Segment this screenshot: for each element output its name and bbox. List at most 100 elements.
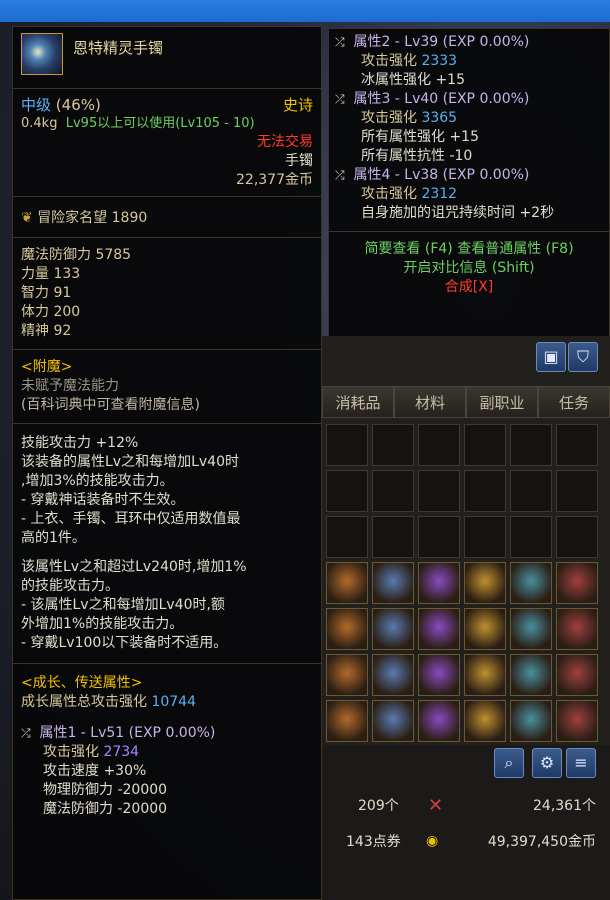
effect-line: 高的1件。: [21, 530, 86, 546]
gear-icon[interactable]: ⚙: [532, 748, 562, 778]
enchant-line: (百科词典中可查看附魔信息): [21, 397, 200, 413]
item-header: 恩特精灵手镯: [13, 27, 321, 89]
close-icon[interactable]: ✕: [428, 795, 443, 816]
coin-icon: ◉: [426, 833, 439, 849]
window-top-strip: [0, 0, 610, 22]
inventory-slot[interactable]: [372, 608, 414, 650]
inventory-slot[interactable]: [510, 424, 552, 466]
inventory-slot[interactable]: [464, 654, 506, 696]
enchant-line: 未赋予魔法能力: [21, 378, 119, 394]
gold-amount: 49,397,450金币: [487, 834, 596, 850]
hint-compare: 开启对比信息 (Shift): [403, 260, 535, 276]
prop3-atk: 攻击强化 3365: [361, 110, 458, 126]
search-icon[interactable]: ⌕: [494, 748, 524, 778]
inventory-slot[interactable]: [510, 700, 552, 742]
inventory-slot[interactable]: [510, 470, 552, 512]
prop4-atk: 攻击强化 2312: [361, 186, 458, 202]
item-weight: 0.4kg: [21, 116, 58, 131]
inventory-slot[interactable]: [372, 470, 414, 512]
inventory-slot[interactable]: [556, 654, 598, 696]
effect-line: 的技能攻击力。: [21, 578, 119, 594]
prop1-atk: 攻击强化 2734: [43, 744, 140, 760]
item-count: 209个: [358, 798, 399, 814]
inventory-slot[interactable]: [418, 654, 460, 696]
inventory-slot[interactable]: [372, 700, 414, 742]
hint-shortcuts: 简要查看 (F4) 查看普通属性 (F8): [364, 241, 574, 257]
list-icon[interactable]: ≡: [566, 748, 596, 778]
item-slot: 手镯: [285, 153, 313, 169]
tab-profession[interactable]: 副职业: [466, 386, 538, 418]
item-rarity: 史诗: [282, 96, 313, 114]
inventory-slot[interactable]: [556, 608, 598, 650]
inventory-tabs: 消耗品 材料 副职业 任务: [322, 386, 610, 418]
growth-total: 成长属性总攻击强化 10744: [21, 694, 196, 710]
inventory-slot[interactable]: [326, 608, 368, 650]
effect-line: - 穿戴Lv100以下装备时不适用。: [21, 635, 228, 651]
inventory-slot[interactable]: [556, 700, 598, 742]
inventory-slot[interactable]: [464, 470, 506, 512]
inventory-slot[interactable]: [418, 424, 460, 466]
item-grade-pct: (46%): [55, 96, 101, 114]
tab-quest[interactable]: 任务: [538, 386, 610, 418]
prop3-line: 所有属性抗性 -10: [361, 148, 473, 164]
inventory-slot[interactable]: [326, 424, 368, 466]
inventory-slot[interactable]: [510, 516, 552, 558]
inventory-slot[interactable]: [418, 516, 460, 558]
item-basic-info: 中级 (46%) 史诗 0.4kg Lv95以上可以使用(Lv105 - 10)…: [13, 89, 321, 197]
inventory-slot[interactable]: [464, 424, 506, 466]
stat-row: 智力 91: [21, 285, 72, 301]
prop1-line: 攻击速度 +30%: [43, 763, 147, 779]
inventory-slot[interactable]: [372, 562, 414, 604]
inventory-slot[interactable]: [556, 516, 598, 558]
inventory-slot[interactable]: [556, 424, 598, 466]
inventory-slot[interactable]: [418, 700, 460, 742]
effect-line: ,增加3%的技能攻击力。: [21, 473, 174, 489]
stat-row: 力量 133: [21, 266, 81, 282]
effect-line: 该属性Lv之和超过Lv240时,增加1%: [21, 559, 247, 575]
inventory-slot[interactable]: [418, 470, 460, 512]
prop2-atk: 攻击强化 2333: [361, 53, 458, 69]
bracelet-icon: [21, 33, 63, 75]
inventory-slot[interactable]: [510, 654, 552, 696]
effect-line: 该装备的属性Lv之和每增加Lv40时: [21, 454, 239, 470]
enchant-section: <附魔> 未赋予魔法能力 (百科词典中可查看附魔信息): [13, 350, 321, 424]
inventory-slot[interactable]: [326, 700, 368, 742]
inventory-slot[interactable]: [372, 516, 414, 558]
prop1-line: 魔法防御力 -20000: [43, 801, 168, 817]
inventory-slot[interactable]: [556, 562, 598, 604]
inventory-slot[interactable]: [372, 424, 414, 466]
stat-row: 精神 92: [21, 323, 72, 339]
hint-combine: 合成[X]: [444, 279, 494, 295]
enchant-title: <附魔>: [21, 359, 73, 375]
inventory-slot[interactable]: [510, 562, 552, 604]
inventory-slot[interactable]: [556, 470, 598, 512]
lock-icon[interactable]: ⛉: [568, 342, 598, 372]
inventory-slot[interactable]: [326, 562, 368, 604]
inventory-slot[interactable]: [464, 562, 506, 604]
effect-section: 技能攻击力 +12% 该装备的属性Lv之和每增加Lv40时 ,增加3%的技能攻击…: [13, 424, 321, 664]
bag-icon[interactable]: ▣: [536, 342, 566, 372]
item-level-req: Lv95以上可以使用(Lv105 - 10): [65, 116, 255, 131]
growth-section: <成长、传送属性> 成长属性总攻击强化 10744 ⤮ 属性1 - Lv51 (…: [13, 664, 321, 823]
inventory-slot[interactable]: [510, 608, 552, 650]
prop1-header: ⤮ 属性1 - Lv51 (EXP 0.00%): [21, 725, 216, 741]
inventory-slot[interactable]: [464, 608, 506, 650]
tab-consumables[interactable]: 消耗品: [322, 386, 394, 418]
inventory-slot[interactable]: [372, 654, 414, 696]
tab-materials[interactable]: 材料: [394, 386, 466, 418]
inventory-slot[interactable]: [464, 516, 506, 558]
prop4-header: ⤮ 属性4 - Lv38 (EXP 0.00%): [335, 167, 530, 183]
coupon-count: 143点券: [346, 834, 401, 850]
item-name: 恩特精灵手镯: [73, 39, 164, 57]
property-tooltip: ⤮ 属性2 - Lv39 (EXP 0.00%) 攻击强化 2333 冰属性强化…: [328, 28, 610, 338]
inventory-slot[interactable]: [326, 516, 368, 558]
inventory-slot[interactable]: [326, 654, 368, 696]
inventory-slot[interactable]: [464, 700, 506, 742]
effect-line: - 该属性Lv之和每增加Lv40时,额: [21, 597, 225, 613]
inventory-slot[interactable]: [418, 562, 460, 604]
item-price: 22,377金币: [236, 172, 313, 188]
inventory-slot[interactable]: [418, 608, 460, 650]
inventory-slot[interactable]: [326, 470, 368, 512]
effect-line: - 上衣、手镯、耳环中仅适用数值最: [21, 511, 241, 527]
fame-label: 冒险家名望: [37, 210, 108, 226]
